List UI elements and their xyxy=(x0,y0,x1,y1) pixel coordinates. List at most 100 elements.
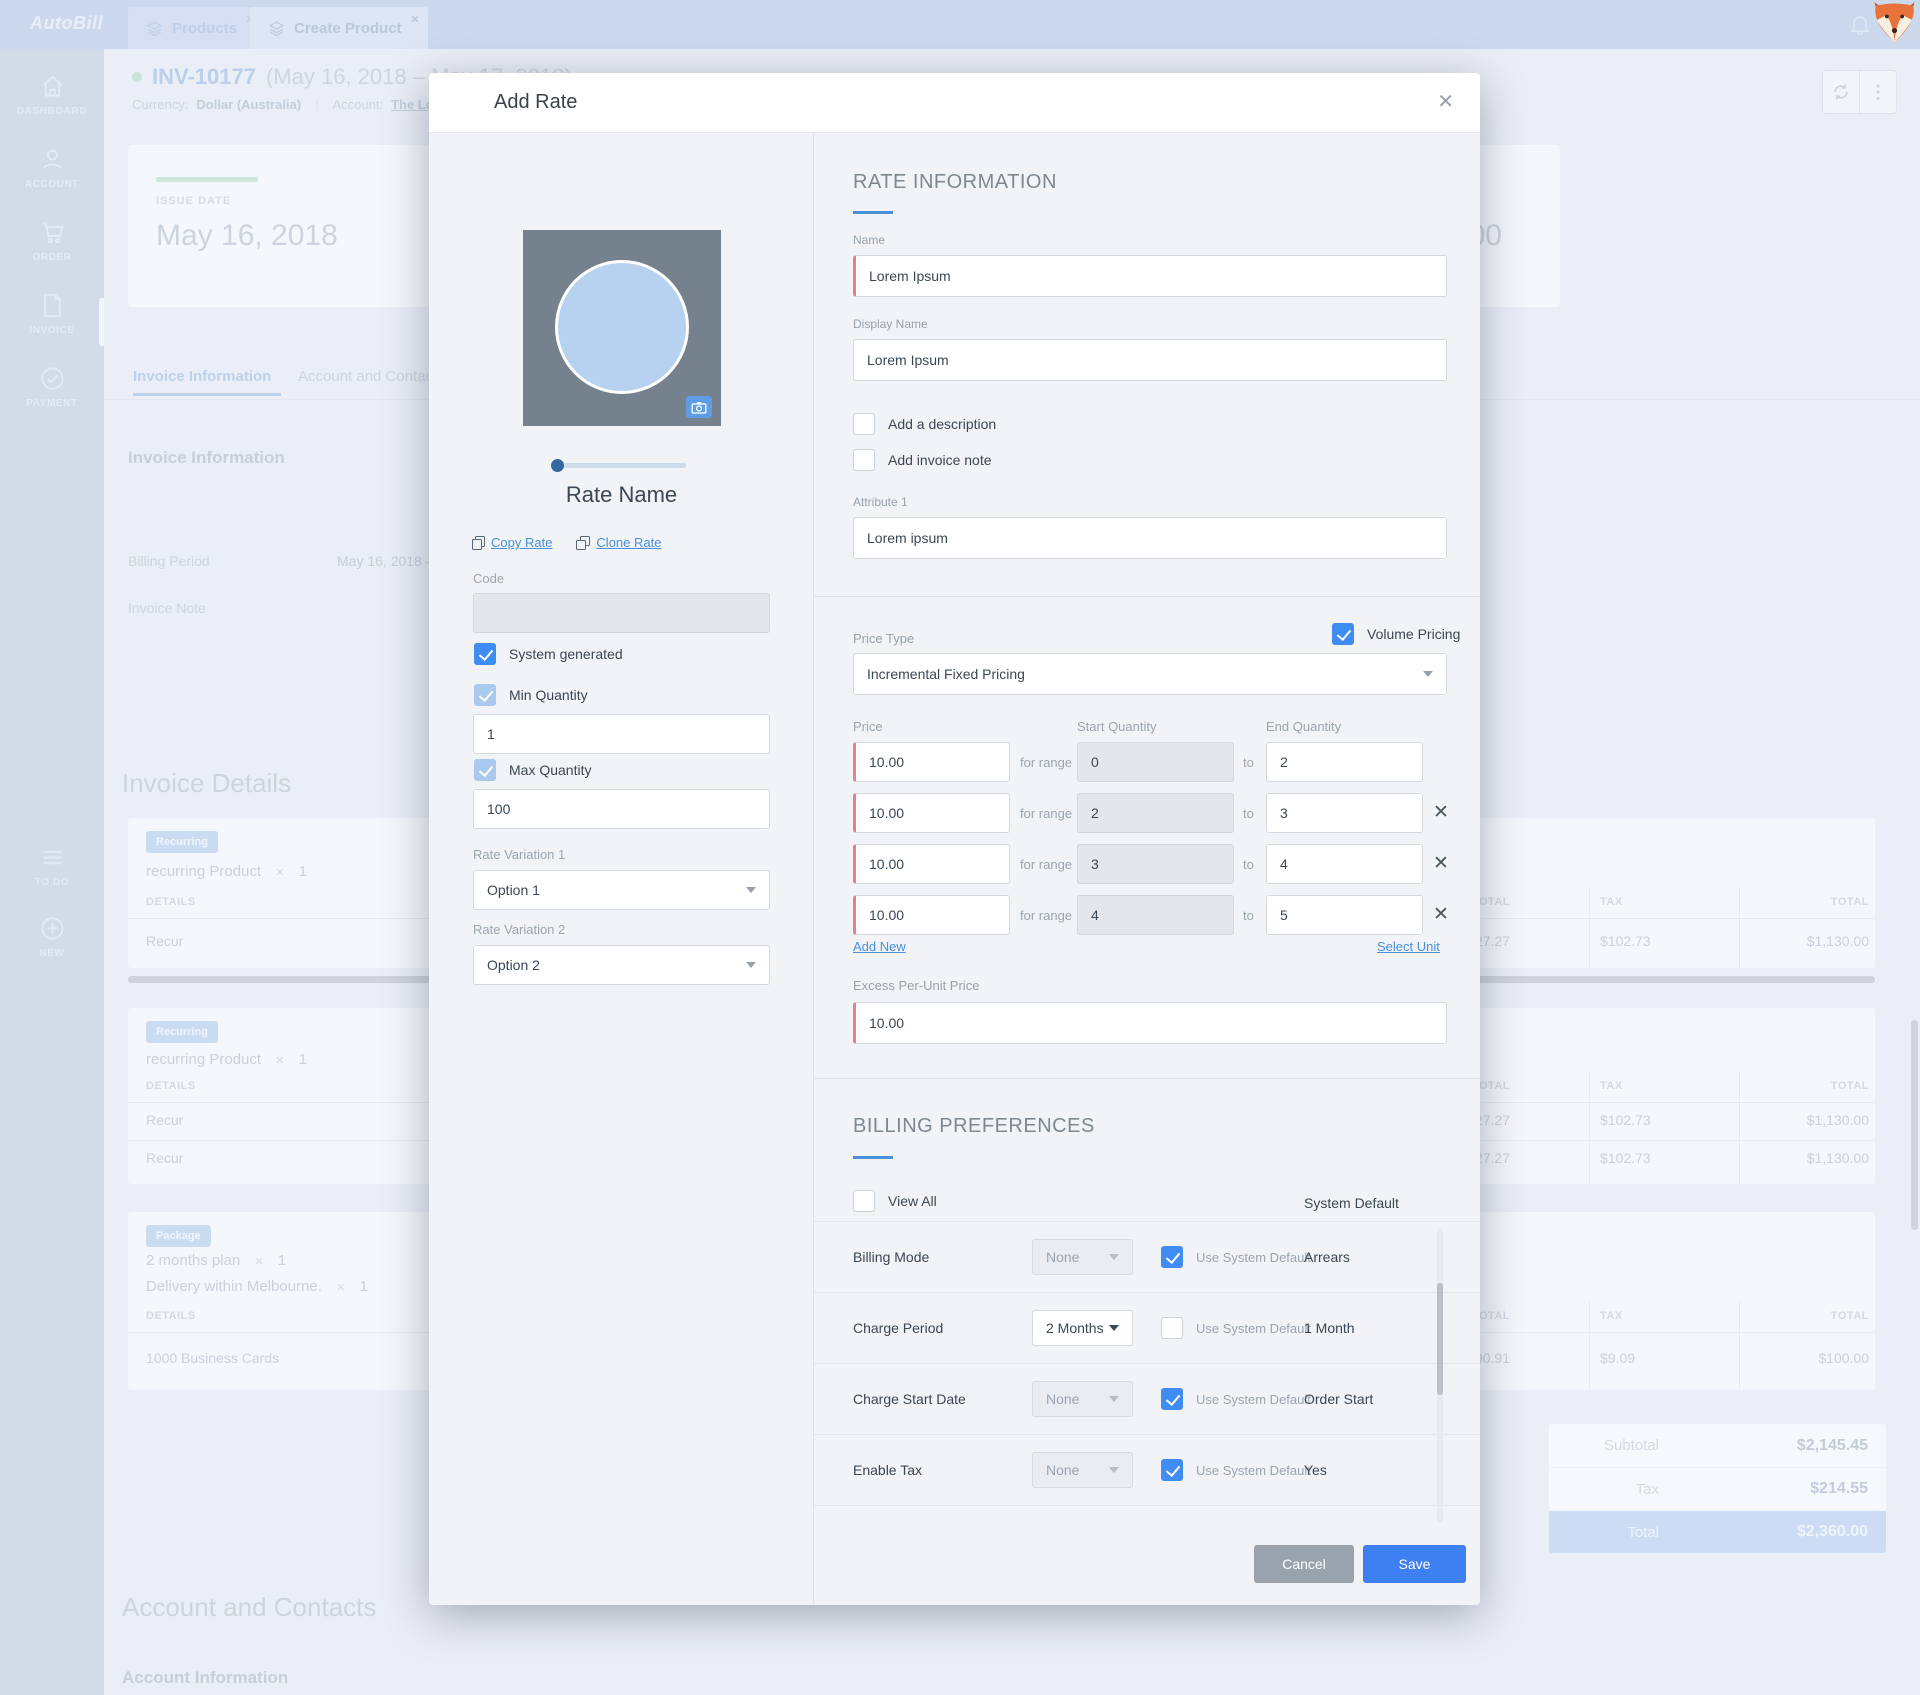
invoice-information-heading: Invoice Information xyxy=(128,448,285,467)
image-zoom-slider[interactable] xyxy=(551,459,686,472)
heading-accent-bar xyxy=(853,211,893,214)
line-item-name: 1000 Business Cards xyxy=(146,1350,280,1366)
use-system-default-checkbox[interactable] xyxy=(1161,1459,1183,1481)
home-icon xyxy=(41,75,63,97)
product-subname: Delivery within Melbourne. xyxy=(146,1278,322,1295)
product-name: recurring Product xyxy=(146,1051,262,1068)
add-invoice-note-checkbox[interactable] xyxy=(853,449,875,471)
excess-per-unit-price-input[interactable] xyxy=(853,1002,1447,1044)
add-invoice-note-row: Add invoice note xyxy=(853,449,992,471)
min-quantity-input[interactable] xyxy=(473,714,770,754)
person-icon xyxy=(42,149,62,169)
price-type-select[interactable]: Incremental Fixed Pricing xyxy=(853,653,1447,695)
slider-handle[interactable] xyxy=(551,459,564,472)
max-quantity-checkbox[interactable] xyxy=(474,759,496,781)
preferences-scrollbar[interactable] xyxy=(1437,1228,1443,1523)
system-default-header: System Default xyxy=(1304,1195,1399,1211)
section-divider xyxy=(814,596,1480,597)
refresh-icon xyxy=(1834,84,1848,100)
add-rate-modal: Add Rate ✕ Rate Name Copy Rate Clone Rat… xyxy=(429,73,1480,1605)
rate-name-title: Rate Name xyxy=(565,482,678,507)
line-item-name: Recur xyxy=(146,1150,184,1166)
product-name: recurring Product xyxy=(146,863,262,880)
close-icon[interactable]: ✕ xyxy=(1437,89,1454,114)
remove-row-icon[interactable]: ✕ xyxy=(1433,803,1449,822)
add-description-checkbox[interactable] xyxy=(853,413,875,435)
tax-value: $214.55 xyxy=(1810,1480,1868,1497)
price-input[interactable] xyxy=(853,793,1010,833)
add-description-row: Add a description xyxy=(853,413,996,435)
start-quantity-input xyxy=(1077,895,1234,935)
billing-preferences-heading: BILLING PREFERENCES xyxy=(853,1115,1095,1137)
rate-information-heading: RATE INFORMATION xyxy=(853,171,1057,193)
system-generated-checkbox[interactable] xyxy=(474,643,496,665)
end-quantity-input[interactable] xyxy=(1266,793,1423,833)
cancel-button[interactable]: Cancel xyxy=(1254,1545,1354,1583)
upload-photo-button[interactable] xyxy=(686,396,712,418)
chevron-down-icon xyxy=(1109,1254,1119,1260)
sidebar-item-dashboard: DASHBOARD xyxy=(0,73,104,117)
end-quantity-input[interactable] xyxy=(1266,895,1423,935)
rate-variation-1-label: Rate Variation 1 xyxy=(473,847,566,862)
start-quantity-input xyxy=(1077,844,1234,884)
add-new-link[interactable]: Add New xyxy=(853,939,906,954)
account-contacts-heading: Account and Contacts xyxy=(122,1592,377,1622)
tab-products: Products ✕ xyxy=(128,7,264,49)
use-system-default-checkbox[interactable] xyxy=(1161,1317,1183,1339)
rate-variation-2-select[interactable]: Option 2 xyxy=(473,945,770,985)
product-qty: 1 xyxy=(298,863,307,880)
plus-circle-icon xyxy=(40,917,64,940)
attribute-1-input[interactable] xyxy=(853,517,1447,559)
rate-variation-1-select[interactable]: Option 1 xyxy=(473,870,770,910)
code-label: Code xyxy=(473,571,505,586)
system-generated-row: System generated xyxy=(474,643,623,665)
charge-period-select[interactable]: 2 Months xyxy=(1032,1310,1133,1346)
end-quantity-input[interactable] xyxy=(1266,844,1423,884)
topbar: AutoBill Products ✕ Create Product ✕ xyxy=(0,0,1920,49)
end-quantity-input[interactable] xyxy=(1266,742,1423,782)
chevron-down-icon xyxy=(1109,1325,1119,1331)
system-default-value: 1 Month xyxy=(1304,1320,1355,1336)
display-name-input[interactable] xyxy=(853,339,1447,381)
modal-left-panel: Rate Name Copy Rate Clone Rate Code Syst… xyxy=(429,133,814,1605)
min-quantity-checkbox[interactable] xyxy=(474,684,496,706)
save-button[interactable]: Save xyxy=(1363,1545,1466,1583)
billing-period-value: May 16, 2018 – xyxy=(337,553,434,569)
use-system-default-row: Use System Default xyxy=(1161,1388,1311,1410)
use-system-default-row: Use System Default xyxy=(1161,1246,1311,1268)
clone-rate-link[interactable]: Clone Rate xyxy=(576,535,661,550)
scrollbar-thumb[interactable] xyxy=(1437,1283,1443,1395)
volume-pricing-checkbox[interactable] xyxy=(1332,623,1354,645)
max-quantity-input[interactable] xyxy=(473,789,770,829)
price-input[interactable] xyxy=(853,742,1010,782)
remove-row-icon[interactable]: ✕ xyxy=(1433,905,1449,924)
sidebar-item-todo: TO DO xyxy=(0,844,104,888)
select-unit-link[interactable]: Select Unit xyxy=(1377,939,1440,954)
use-system-default-checkbox[interactable] xyxy=(1161,1388,1183,1410)
price-input[interactable] xyxy=(853,844,1010,884)
vertical-scrollbar xyxy=(1911,1020,1918,1230)
close-tab-icon: ✕ xyxy=(410,14,420,26)
billing-mode-select: None xyxy=(1032,1239,1133,1275)
name-input[interactable] xyxy=(853,255,1447,297)
use-system-default-checkbox[interactable] xyxy=(1161,1246,1183,1268)
subtotal-row: Subtotal $2,145.45 xyxy=(1549,1424,1886,1467)
copy-icon xyxy=(472,535,485,550)
modal-right-panel: RATE INFORMATION Name Display Name Add a… xyxy=(814,133,1480,1605)
camera-icon xyxy=(691,401,707,414)
sidebar-nav: DASHBOARD ACCOUNT ORDER INVOICE PAYMENT … xyxy=(0,49,104,1695)
active-tab-underline xyxy=(133,393,281,396)
modal-header: Add Rate ✕ xyxy=(429,73,1480,133)
start-quantity-input xyxy=(1077,742,1234,782)
view-all-checkbox[interactable] xyxy=(853,1190,875,1212)
product-type-badge: Package xyxy=(146,1225,211,1247)
tab-create-product: Create Product ✕ xyxy=(250,7,428,49)
price-input[interactable] xyxy=(853,895,1010,935)
line-item-name: Recur xyxy=(146,933,184,949)
rate-image-placeholder xyxy=(523,230,721,426)
refresh-button xyxy=(1822,70,1860,114)
remove-row-icon[interactable]: ✕ xyxy=(1433,854,1449,873)
copy-rate-link[interactable]: Copy Rate xyxy=(472,535,552,550)
sidebar-item-account: ACCOUNT xyxy=(0,146,104,190)
chevron-down-icon xyxy=(1423,671,1433,677)
